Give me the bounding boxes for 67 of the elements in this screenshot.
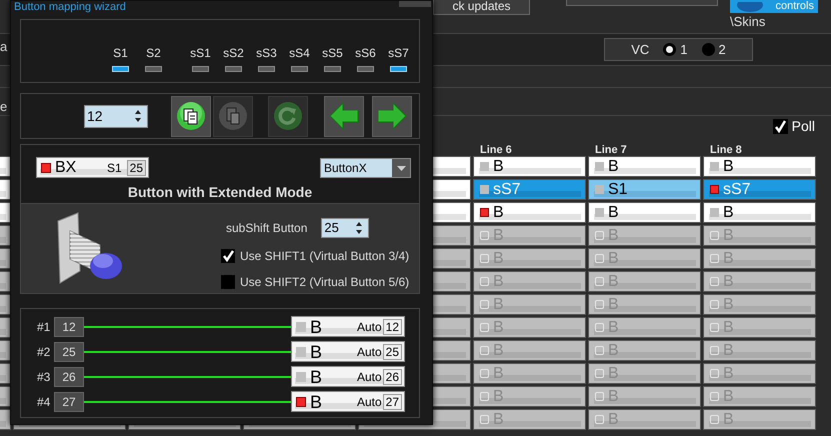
button-chip[interactable]: BX S1 25 <box>36 157 149 178</box>
number-spinner[interactable]: 25 <box>321 218 370 238</box>
mapping-index: #4 <box>37 394 52 410</box>
number-badge: 25 <box>126 160 146 176</box>
radio-option[interactable]: 2 <box>702 40 726 60</box>
type-dropdown[interactable]: ButtonX <box>320 158 411 178</box>
shift-label: sS7 <box>388 46 409 60</box>
table-cell[interactable]: B <box>588 156 701 177</box>
refresh-icon <box>273 101 303 131</box>
shift-label: sS6 <box>355 46 376 60</box>
shift-label: S1 <box>113 46 128 60</box>
shift-label: sS1 <box>190 46 211 60</box>
clipboard-icon <box>218 101 248 131</box>
button-number: 25 <box>54 342 84 362</box>
left-arrow-icon <box>329 101 359 131</box>
controls-button[interactable]: controls <box>730 0 818 13</box>
table-cell[interactable]: sS7 <box>473 179 586 200</box>
previous-button[interactable] <box>324 96 364 136</box>
radio-option[interactable]: 1 <box>663 40 688 60</box>
subshift-label: subShift Button <box>226 220 308 237</box>
column-header: Line 7 <box>595 144 627 156</box>
button-number: 12 <box>54 316 84 336</box>
shift-label: sS3 <box>256 46 277 60</box>
target-chip[interactable]: B Auto 25 <box>291 341 405 362</box>
spinner-arrows-icon <box>134 109 142 123</box>
shift-label: sS4 <box>289 46 310 60</box>
number-badge: 26 <box>382 368 402 384</box>
shift-option-checkbox[interactable]: Use SHIFT1 (Virtual Button 3/4) <box>221 247 410 265</box>
vc-label: VC <box>631 40 650 59</box>
button-number: 26 <box>54 366 84 386</box>
number-badge: 27 <box>382 394 402 410</box>
number-badge: 25 <box>382 344 402 360</box>
target-chip[interactable]: B Auto 27 <box>291 391 405 412</box>
shift-label: sS2 <box>223 46 244 60</box>
next-button[interactable] <box>372 96 412 136</box>
table-cell[interactable]: B <box>703 156 816 177</box>
shift-option-checkbox[interactable]: Use SHIFT2 (Virtual Button 5/6) <box>221 273 410 291</box>
button-number: 27 <box>54 392 84 412</box>
skins-path: \Skins <box>730 14 766 29</box>
shift-label: S2 <box>146 46 161 60</box>
table-cell[interactable]: S1 <box>588 179 701 200</box>
label-text: e <box>0 98 8 116</box>
target-chip[interactable]: B Auto 26 <box>291 366 405 387</box>
poll-checkbox[interactable]: Poll <box>772 116 815 137</box>
table-cell[interactable]: B <box>473 156 586 177</box>
caret-icon <box>396 166 406 170</box>
spinner-arrows-icon <box>355 221 364 235</box>
target-chip[interactable]: B Auto 12 <box>291 316 405 337</box>
right-arrow-icon <box>377 101 407 131</box>
table-cell[interactable]: B <box>473 202 586 223</box>
copy-icon <box>176 101 206 131</box>
mapping-index: #2 <box>37 344 52 360</box>
number-spinner[interactable]: 12 <box>84 104 148 128</box>
mapping-index: #1 <box>37 318 52 336</box>
table-cell[interactable]: B <box>588 202 701 223</box>
table-cell[interactable]: B <box>703 202 816 223</box>
updates-button[interactable]: ck updates <box>433 0 530 15</box>
mode-title: Button with Extended Mode <box>126 183 314 202</box>
shift-label: sS5 <box>322 46 343 60</box>
label-text: a <box>0 38 8 56</box>
column-header: Line 6 <box>480 144 512 156</box>
number-badge: 12 <box>382 318 402 334</box>
window-title: Button mapping wizard <box>14 1 126 13</box>
mapping-index: #3 <box>37 368 52 386</box>
table-cell[interactable]: sS7 <box>703 179 816 200</box>
copy-button[interactable] <box>171 96 211 136</box>
column-header: Line 8 <box>710 144 742 156</box>
